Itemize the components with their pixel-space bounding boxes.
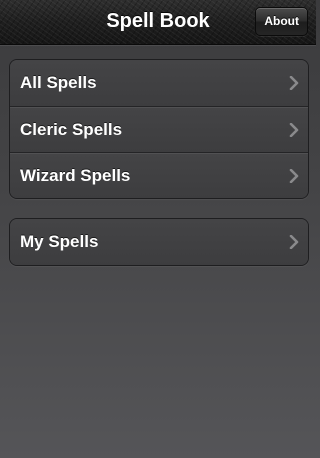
about-button[interactable]: About — [255, 7, 308, 36]
chevron-right-icon — [289, 235, 299, 249]
chevron-right-icon — [289, 76, 299, 90]
chevron-right-icon — [289, 169, 299, 183]
list-item-label: Cleric Spells — [20, 120, 123, 139]
list-item-label: All Spells — [20, 73, 97, 92]
navigation-bar: Spell Book About — [0, 0, 316, 45]
list-item-my-spells[interactable]: My Spells — [10, 219, 308, 265]
spell-list-group: All Spells Cleric Spells Wizard Spells — [9, 59, 309, 199]
chevron-right-icon — [289, 123, 299, 137]
list-item-wizard-spells[interactable]: Wizard Spells — [10, 152, 308, 198]
list-item-all-spells[interactable]: All Spells — [10, 60, 308, 106]
my-spells-group: My Spells — [9, 218, 309, 266]
list-item-label: My Spells — [20, 232, 99, 251]
list-item-cleric-spells[interactable]: Cleric Spells — [10, 106, 308, 152]
list-item-label: Wizard Spells — [20, 166, 131, 185]
